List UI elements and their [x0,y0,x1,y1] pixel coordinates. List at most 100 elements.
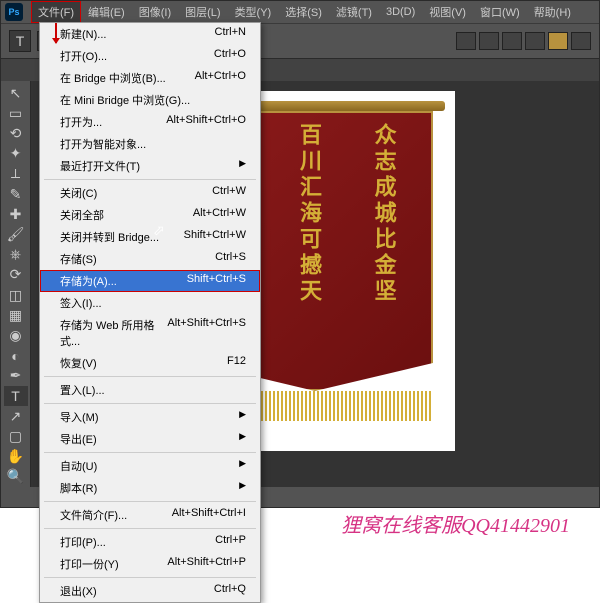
app-logo-icon: Ps [5,3,23,21]
menu-item-label: 导入(M) [60,409,99,425]
menu-item-[interactable]: 关闭全部 Alt+Ctrl+W [40,204,260,226]
menu-item-C[interactable]: 关闭(C)Ctrl+W [40,182,260,204]
type-tool-icon[interactable]: T [4,386,28,406]
pen-tool-icon[interactable]: ✒ [4,366,28,386]
lasso-tool-icon[interactable]: ⟲ [4,123,28,143]
menu-item-X[interactable]: 退出(X) Ctrl+Q [40,580,260,602]
menu-shortcut: Alt+Ctrl+W [193,207,246,223]
menu-edit[interactable]: 编辑(E) [81,1,132,23]
menu-item-label: 签入(I)... [60,295,102,311]
menu-item-BridgeB[interactable]: 在 Bridge 中浏览(B)...Alt+Ctrl+O [40,67,260,89]
shape-tool-icon[interactable]: ▢ [4,426,28,446]
menu-item-label: 在 Bridge 中浏览(B)... [60,70,166,86]
path-tool-icon[interactable]: ↗ [4,406,28,426]
menu-item-F[interactable]: 文件简介(F)...Alt+Shift+Ctrl+I [40,504,260,526]
menu-window[interactable]: 窗口(W) [473,1,527,23]
zoom-tool-icon[interactable]: 🔍 [4,467,28,487]
menu-item-U[interactable]: 自动(U)▶ [40,455,260,477]
menu-item-label: 打印一份(Y) [60,556,119,572]
menu-shortcut: Ctrl+Q [214,583,246,599]
menu-item-label: 存储为 Web 所用格式... [60,317,167,349]
menu-separator [44,452,256,453]
menu-image[interactable]: 图像(I) [132,1,178,23]
menu-bar: 文件(F) 编辑(E) 图像(I) 图层(L) 类型(Y) 选择(S) 滤镜(T… [1,1,599,23]
menu-item-I[interactable]: 签入(I)... [40,292,260,314]
menu-item-V[interactable]: 恢复(V)F12 [40,352,260,374]
align-button[interactable] [479,32,499,50]
menu-separator [44,179,256,180]
menu-view[interactable]: 视图(V) [422,1,473,23]
submenu-arrow-icon: ▶ [239,409,246,425]
menu-item-MiniBridgeG[interactable]: 在 Mini Bridge 中浏览(G)... [40,89,260,111]
menu-item-label: 打印(P)... [60,534,106,550]
menu-help[interactable]: 帮助(H) [527,1,578,23]
menu-item-A[interactable]: 存储为(A)...Shift+Ctrl+S [40,270,260,292]
menu-item-label: 在 Mini Bridge 中浏览(G)... [60,92,190,108]
menu-separator [44,376,256,377]
submenu-arrow-icon: ▶ [239,480,246,496]
menu-3d[interactable]: 3D(D) [379,3,422,21]
brush-tool-icon[interactable]: 🖌 [4,224,28,244]
menu-shortcut: Alt+Shift+Ctrl+O [166,114,246,130]
menu-item-label: 打开为智能对象... [60,136,146,152]
menu-item-P[interactable]: 打印(P)... Ctrl+P [40,531,260,553]
menu-item-N[interactable]: 新建(N)...Ctrl+N [40,23,260,45]
menu-item-label: 关闭并转到 Bridge... [60,229,159,245]
gradient-tool-icon[interactable]: ▦ [4,305,28,325]
stamp-tool-icon[interactable]: ⎈ [4,245,28,265]
menu-item-O[interactable]: 打开(O)...Ctrl+O [40,45,260,67]
menu-item-L[interactable]: 置入(L)... [40,379,260,401]
menu-item-Web[interactable]: 存储为 Web 所用格式...Alt+Shift+Ctrl+S [40,314,260,352]
menu-shortcut: Shift+Ctrl+W [184,229,246,245]
wand-tool-icon[interactable]: ✦ [4,144,28,164]
menu-separator [44,403,256,404]
menu-separator [44,528,256,529]
menu-item-label: 置入(L)... [60,382,105,398]
menu-type[interactable]: 类型(Y) [228,1,279,23]
menu-item-Bridge[interactable]: 关闭并转到 Bridge... Shift+Ctrl+W [40,226,260,248]
marquee-tool-icon[interactable]: ▭ [4,103,28,123]
align-button[interactable] [456,32,476,50]
menu-layer[interactable]: 图层(L) [178,1,227,23]
align-button[interactable] [502,32,522,50]
menu-item-T[interactable]: 最近打开文件(T)▶ [40,155,260,177]
menu-item-label: 关闭全部 [60,207,104,223]
color-swatch[interactable] [548,32,568,50]
menu-item-[interactable]: 打开为...Alt+Shift+Ctrl+O [40,111,260,133]
eyedropper-tool-icon[interactable]: ✎ [4,184,28,204]
application-window: Ps 文件(F) 编辑(E) 图像(I) 图层(L) 类型(Y) 选择(S) 滤… [0,0,600,508]
banner-text-left: 众志成城比金坚 [368,123,400,379]
banner-text-mid: 百川汇海可撼天 [293,123,325,379]
submenu-arrow-icon: ▶ [239,431,246,447]
healing-tool-icon[interactable]: ✚ [4,204,28,224]
crop-tool-icon[interactable]: ⟂ [4,164,28,184]
menu-filter[interactable]: 滤镜(T) [329,1,379,23]
warp-button[interactable] [525,32,545,50]
menu-item-M[interactable]: 导入(M) ▶ [40,406,260,428]
hand-tool-icon[interactable]: ✋ [4,447,28,467]
move-tool-icon[interactable]: ↖ [4,83,28,103]
menu-item-label: 退出(X) [60,583,97,599]
history-brush-icon[interactable]: ⟳ [4,265,28,285]
menu-item-R[interactable]: 脚本(R) ▶ [40,477,260,499]
menu-shortcut: Ctrl+P [215,534,246,550]
menu-select[interactable]: 选择(S) [278,1,329,23]
blur-tool-icon[interactable]: ◉ [4,325,28,345]
menu-item-label: 脚本(R) [60,480,97,496]
menu-shortcut: Alt+Shift+Ctrl+P [167,556,246,572]
dodge-tool-icon[interactable]: ◐ [4,346,28,366]
menu-shortcut: Shift+Ctrl+S [187,273,246,289]
tool-preset-icon[interactable]: T [9,30,31,52]
menu-item-[interactable]: 打开为智能对象... [40,133,260,155]
toolbox: ↖ ▭ ⟲ ✦ ⟂ ✎ ✚ 🖌 ⎈ ⟳ ◫ ▦ ◉ ◐ ✒ T ↗ ▢ ✋ 🔍 [1,81,31,487]
menu-item-label: 恢复(V) [60,355,97,371]
menu-item-S[interactable]: 存储(S)Ctrl+S [40,248,260,270]
menu-separator [44,501,256,502]
panel-button[interactable] [571,32,591,50]
menu-item-label: 自动(U) [60,458,97,474]
menu-file[interactable]: 文件(F) [31,1,81,23]
menu-item-Y[interactable]: 打印一份(Y) Alt+Shift+Ctrl+P [40,553,260,575]
menu-item-E[interactable]: 导出(E)▶ [40,428,260,450]
eraser-tool-icon[interactable]: ◫ [4,285,28,305]
menu-shortcut: Ctrl+N [215,26,246,42]
